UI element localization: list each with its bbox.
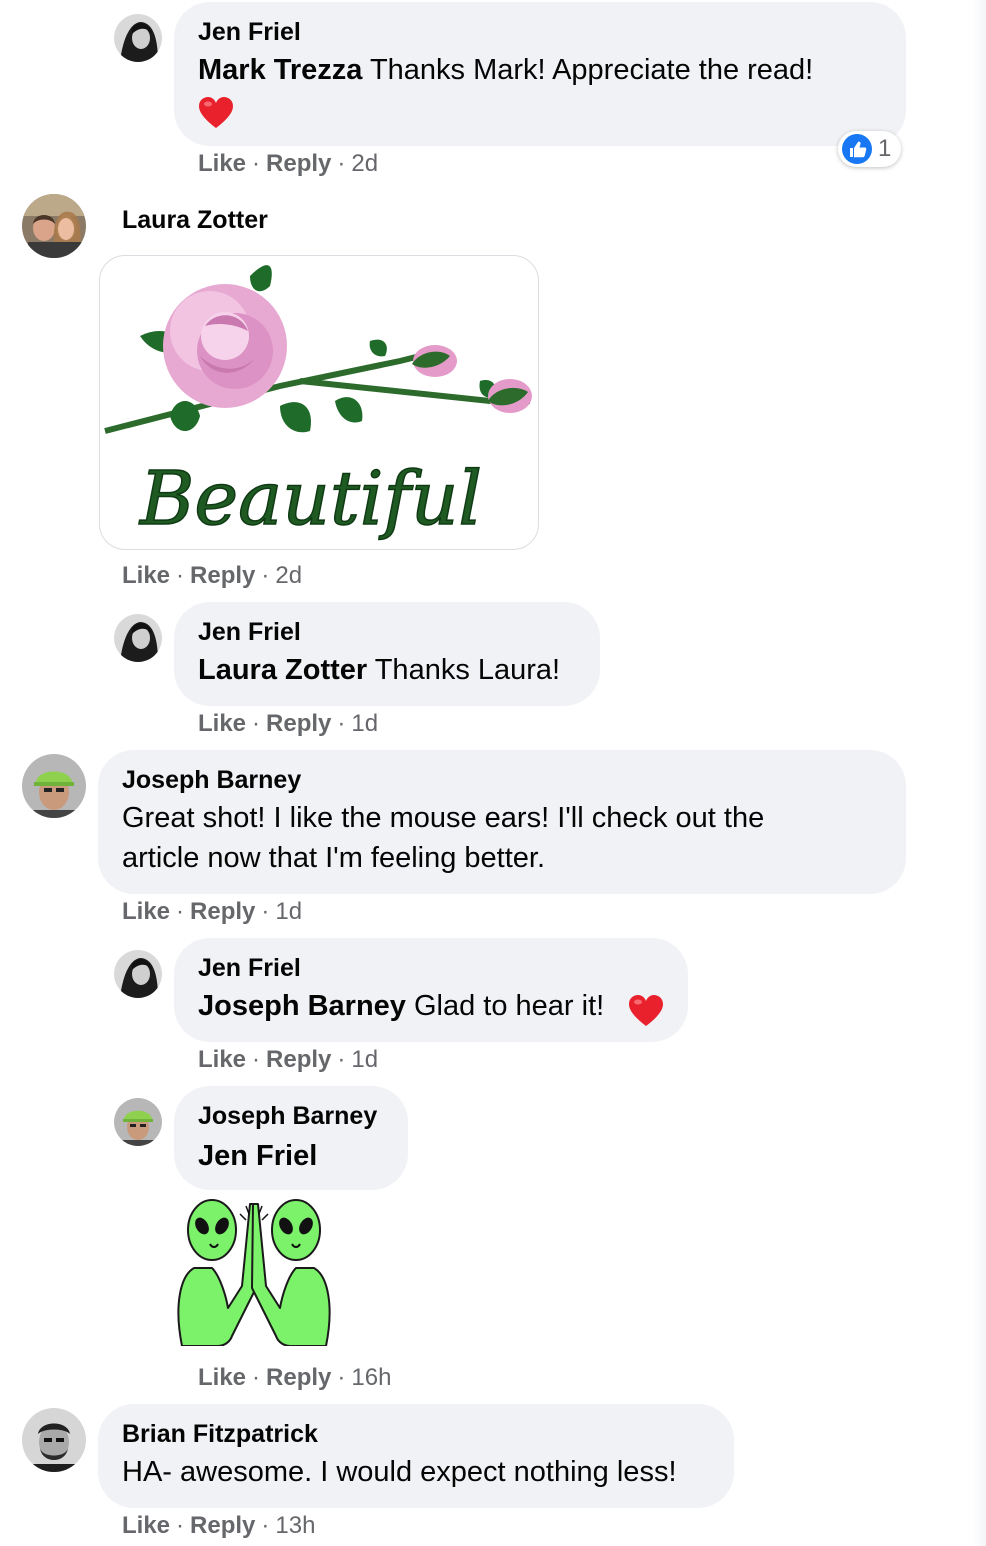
- separator-dot: ·: [252, 710, 261, 737]
- comment-text: Laura Zotter Thanks Laura!: [198, 650, 560, 690]
- like-button[interactable]: Like: [198, 1364, 246, 1391]
- comment-body: Thanks Mark! Appreciate the read!: [362, 54, 814, 86]
- separator-dot: ·: [261, 898, 270, 925]
- avatar-jen-friel[interactable]: [114, 614, 162, 662]
- comment-body: Glad to hear it!: [405, 990, 605, 1022]
- comment-author[interactable]: Joseph Barney: [122, 766, 301, 795]
- comment-text: Jen Friel: [198, 1136, 317, 1176]
- reply-button[interactable]: Reply: [190, 1512, 255, 1539]
- mention-link[interactable]: Mark Trezza: [198, 54, 362, 86]
- avatar-jen-friel[interactable]: [114, 14, 162, 62]
- like-button[interactable]: Like: [198, 1046, 246, 1073]
- mention-link[interactable]: Joseph Barney: [198, 990, 406, 1022]
- heart-emoji-icon: [198, 96, 234, 130]
- comment-actions: Like · Reply · 1d: [122, 898, 302, 926]
- separator-dot: ·: [261, 1512, 270, 1539]
- sticker-caption: Beautiful: [138, 456, 482, 542]
- comment-actions: Like · Reply · 13h: [122, 1512, 315, 1540]
- comment-author[interactable]: Brian Fitzpatrick: [122, 1420, 318, 1449]
- separator-dot: ·: [337, 150, 346, 177]
- right-edge-shadow: [972, 0, 986, 1546]
- comment-text: Joseph Barney Glad to hear it!: [198, 986, 604, 1026]
- reply-button[interactable]: Reply: [266, 710, 331, 737]
- timestamp[interactable]: 13h: [275, 1512, 315, 1539]
- like-button[interactable]: Like: [122, 1512, 170, 1539]
- comment-actions: Like · Reply · 2d: [198, 150, 378, 178]
- mention-link[interactable]: Jen Friel: [198, 1140, 317, 1172]
- comment-author[interactable]: Laura Zotter: [122, 206, 268, 235]
- aliens-high-five-sticker[interactable]: [172, 1196, 336, 1347]
- reply-button[interactable]: Reply: [190, 898, 255, 925]
- timestamp[interactable]: 1d: [351, 710, 378, 737]
- separator-dot: ·: [261, 562, 270, 589]
- timestamp[interactable]: 2d: [275, 562, 302, 589]
- thumbs-up-icon: [842, 134, 872, 164]
- separator-dot: ·: [252, 1364, 261, 1391]
- separator-dot: ·: [176, 562, 185, 589]
- comment-text: HA- awesome. I would expect nothing less…: [122, 1456, 677, 1488]
- comment-body: Thanks Laura!: [367, 654, 561, 686]
- reaction-count-value: 1: [878, 135, 892, 162]
- avatar-joseph-barney[interactable]: [114, 1098, 162, 1146]
- heart-emoji-icon: [628, 994, 664, 1028]
- comment-author[interactable]: Jen Friel: [198, 18, 301, 47]
- timestamp[interactable]: 16h: [351, 1364, 391, 1391]
- comment-author[interactable]: Jen Friel: [198, 954, 301, 983]
- separator-dot: ·: [252, 150, 261, 177]
- separator-dot: ·: [252, 1046, 261, 1073]
- separator-dot: ·: [337, 710, 346, 737]
- comment-text-line: Great shot! I like the mouse ears! I'll …: [122, 802, 765, 834]
- comment-author[interactable]: Jen Friel: [198, 618, 301, 647]
- timestamp[interactable]: 1d: [351, 1046, 378, 1073]
- sticker-image[interactable]: Beautiful: [99, 255, 539, 550]
- like-button[interactable]: Like: [122, 562, 170, 589]
- separator-dot: ·: [337, 1046, 346, 1073]
- like-button[interactable]: Like: [198, 150, 246, 177]
- comment-actions: Like · Reply · 1d: [198, 710, 378, 738]
- avatar-laura-zotter[interactable]: [22, 194, 86, 258]
- timestamp[interactable]: 2d: [351, 150, 378, 177]
- reply-button[interactable]: Reply: [190, 562, 255, 589]
- comment-actions: Like · Reply · 2d: [122, 562, 302, 590]
- like-button[interactable]: Like: [122, 898, 170, 925]
- avatar-brian-fitzpatrick[interactable]: [22, 1408, 86, 1472]
- mention-link[interactable]: Laura Zotter: [198, 654, 367, 686]
- reply-button[interactable]: Reply: [266, 150, 331, 177]
- comment-text-line: article now that I'm feeling better.: [122, 842, 546, 874]
- reaction-count[interactable]: 1: [838, 131, 902, 167]
- separator-dot: ·: [176, 1512, 185, 1539]
- separator-dot: ·: [176, 898, 185, 925]
- comment-actions: Like · Reply · 1d: [198, 1046, 378, 1074]
- avatar-jen-friel[interactable]: [114, 950, 162, 998]
- comment-text: Mark Trezza Thanks Mark! Appreciate the …: [198, 50, 813, 90]
- reply-button[interactable]: Reply: [266, 1046, 331, 1073]
- comment-actions: Like · Reply · 16h: [198, 1364, 391, 1392]
- avatar-joseph-barney[interactable]: [22, 754, 86, 818]
- reply-button[interactable]: Reply: [266, 1364, 331, 1391]
- separator-dot: ·: [337, 1364, 346, 1391]
- like-button[interactable]: Like: [198, 710, 246, 737]
- comment-author[interactable]: Joseph Barney: [198, 1102, 377, 1131]
- timestamp[interactable]: 1d: [275, 898, 302, 925]
